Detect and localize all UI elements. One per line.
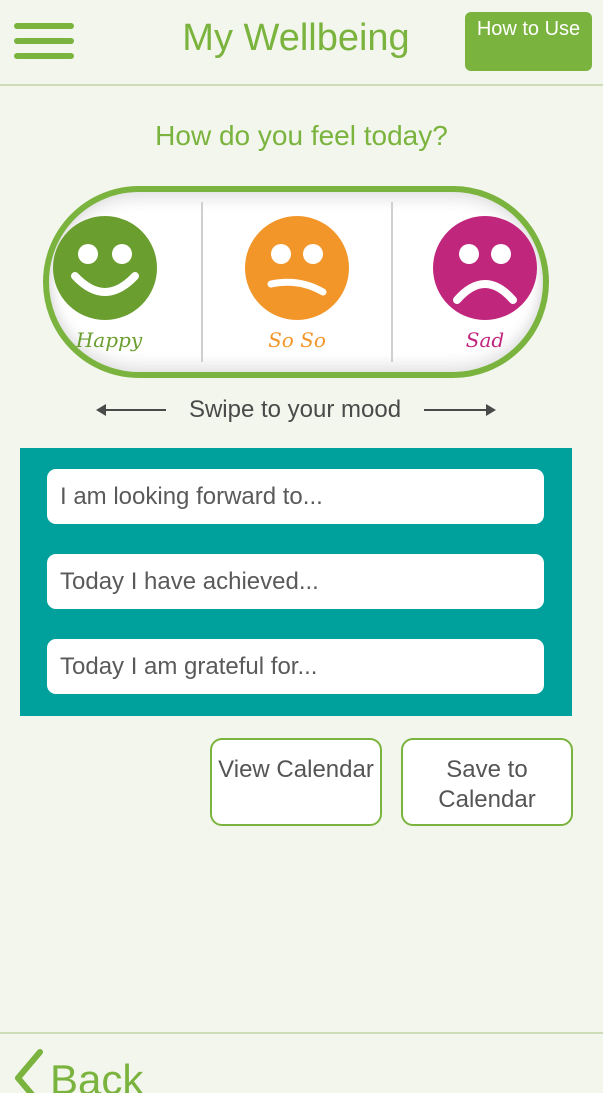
happy-face-icon xyxy=(53,216,157,320)
mood-option-so-so[interactable]: So So xyxy=(203,192,391,372)
app-footer: Back xyxy=(0,1032,603,1093)
how-to-use-button[interactable]: How to Use xyxy=(465,12,592,71)
chevron-left-icon xyxy=(15,1049,43,1093)
sad-face-icon xyxy=(433,216,537,320)
grateful-field[interactable] xyxy=(47,639,544,694)
hamburger-menu-icon[interactable] xyxy=(14,23,74,63)
swipe-hint: Swipe to your mood xyxy=(0,394,603,428)
looking-forward-field[interactable] xyxy=(47,469,544,524)
mood-label-sad: Sad xyxy=(465,328,505,352)
mood-label-happy: Happy xyxy=(75,328,143,352)
app-header: My Wellbeing How to Use xyxy=(0,0,603,86)
left-arrow-line xyxy=(104,409,166,411)
mood-question: How do you feel today? xyxy=(155,120,448,151)
right-arrow-icon xyxy=(486,404,496,416)
journal-panel xyxy=(20,448,572,716)
mood-label-so-so: So So xyxy=(268,328,326,352)
mood-option-happy[interactable]: Happy xyxy=(49,192,201,372)
mood-selector[interactable]: Happy So So Sad xyxy=(43,186,549,378)
page-title: My Wellbeing xyxy=(182,17,410,59)
mood-option-sad[interactable]: Sad xyxy=(393,192,543,372)
right-arrow-line xyxy=(424,409,486,411)
back-button[interactable]: Back xyxy=(6,1044,156,1093)
so-so-face-icon xyxy=(245,216,349,320)
swipe-hint-text: Swipe to your mood xyxy=(188,396,402,423)
save-to-calendar-button[interactable]: Save to Calendar xyxy=(401,738,573,826)
view-calendar-button[interactable]: View Calendar xyxy=(210,738,382,826)
achieved-field[interactable] xyxy=(47,554,544,609)
back-label: Back xyxy=(50,1056,144,1093)
